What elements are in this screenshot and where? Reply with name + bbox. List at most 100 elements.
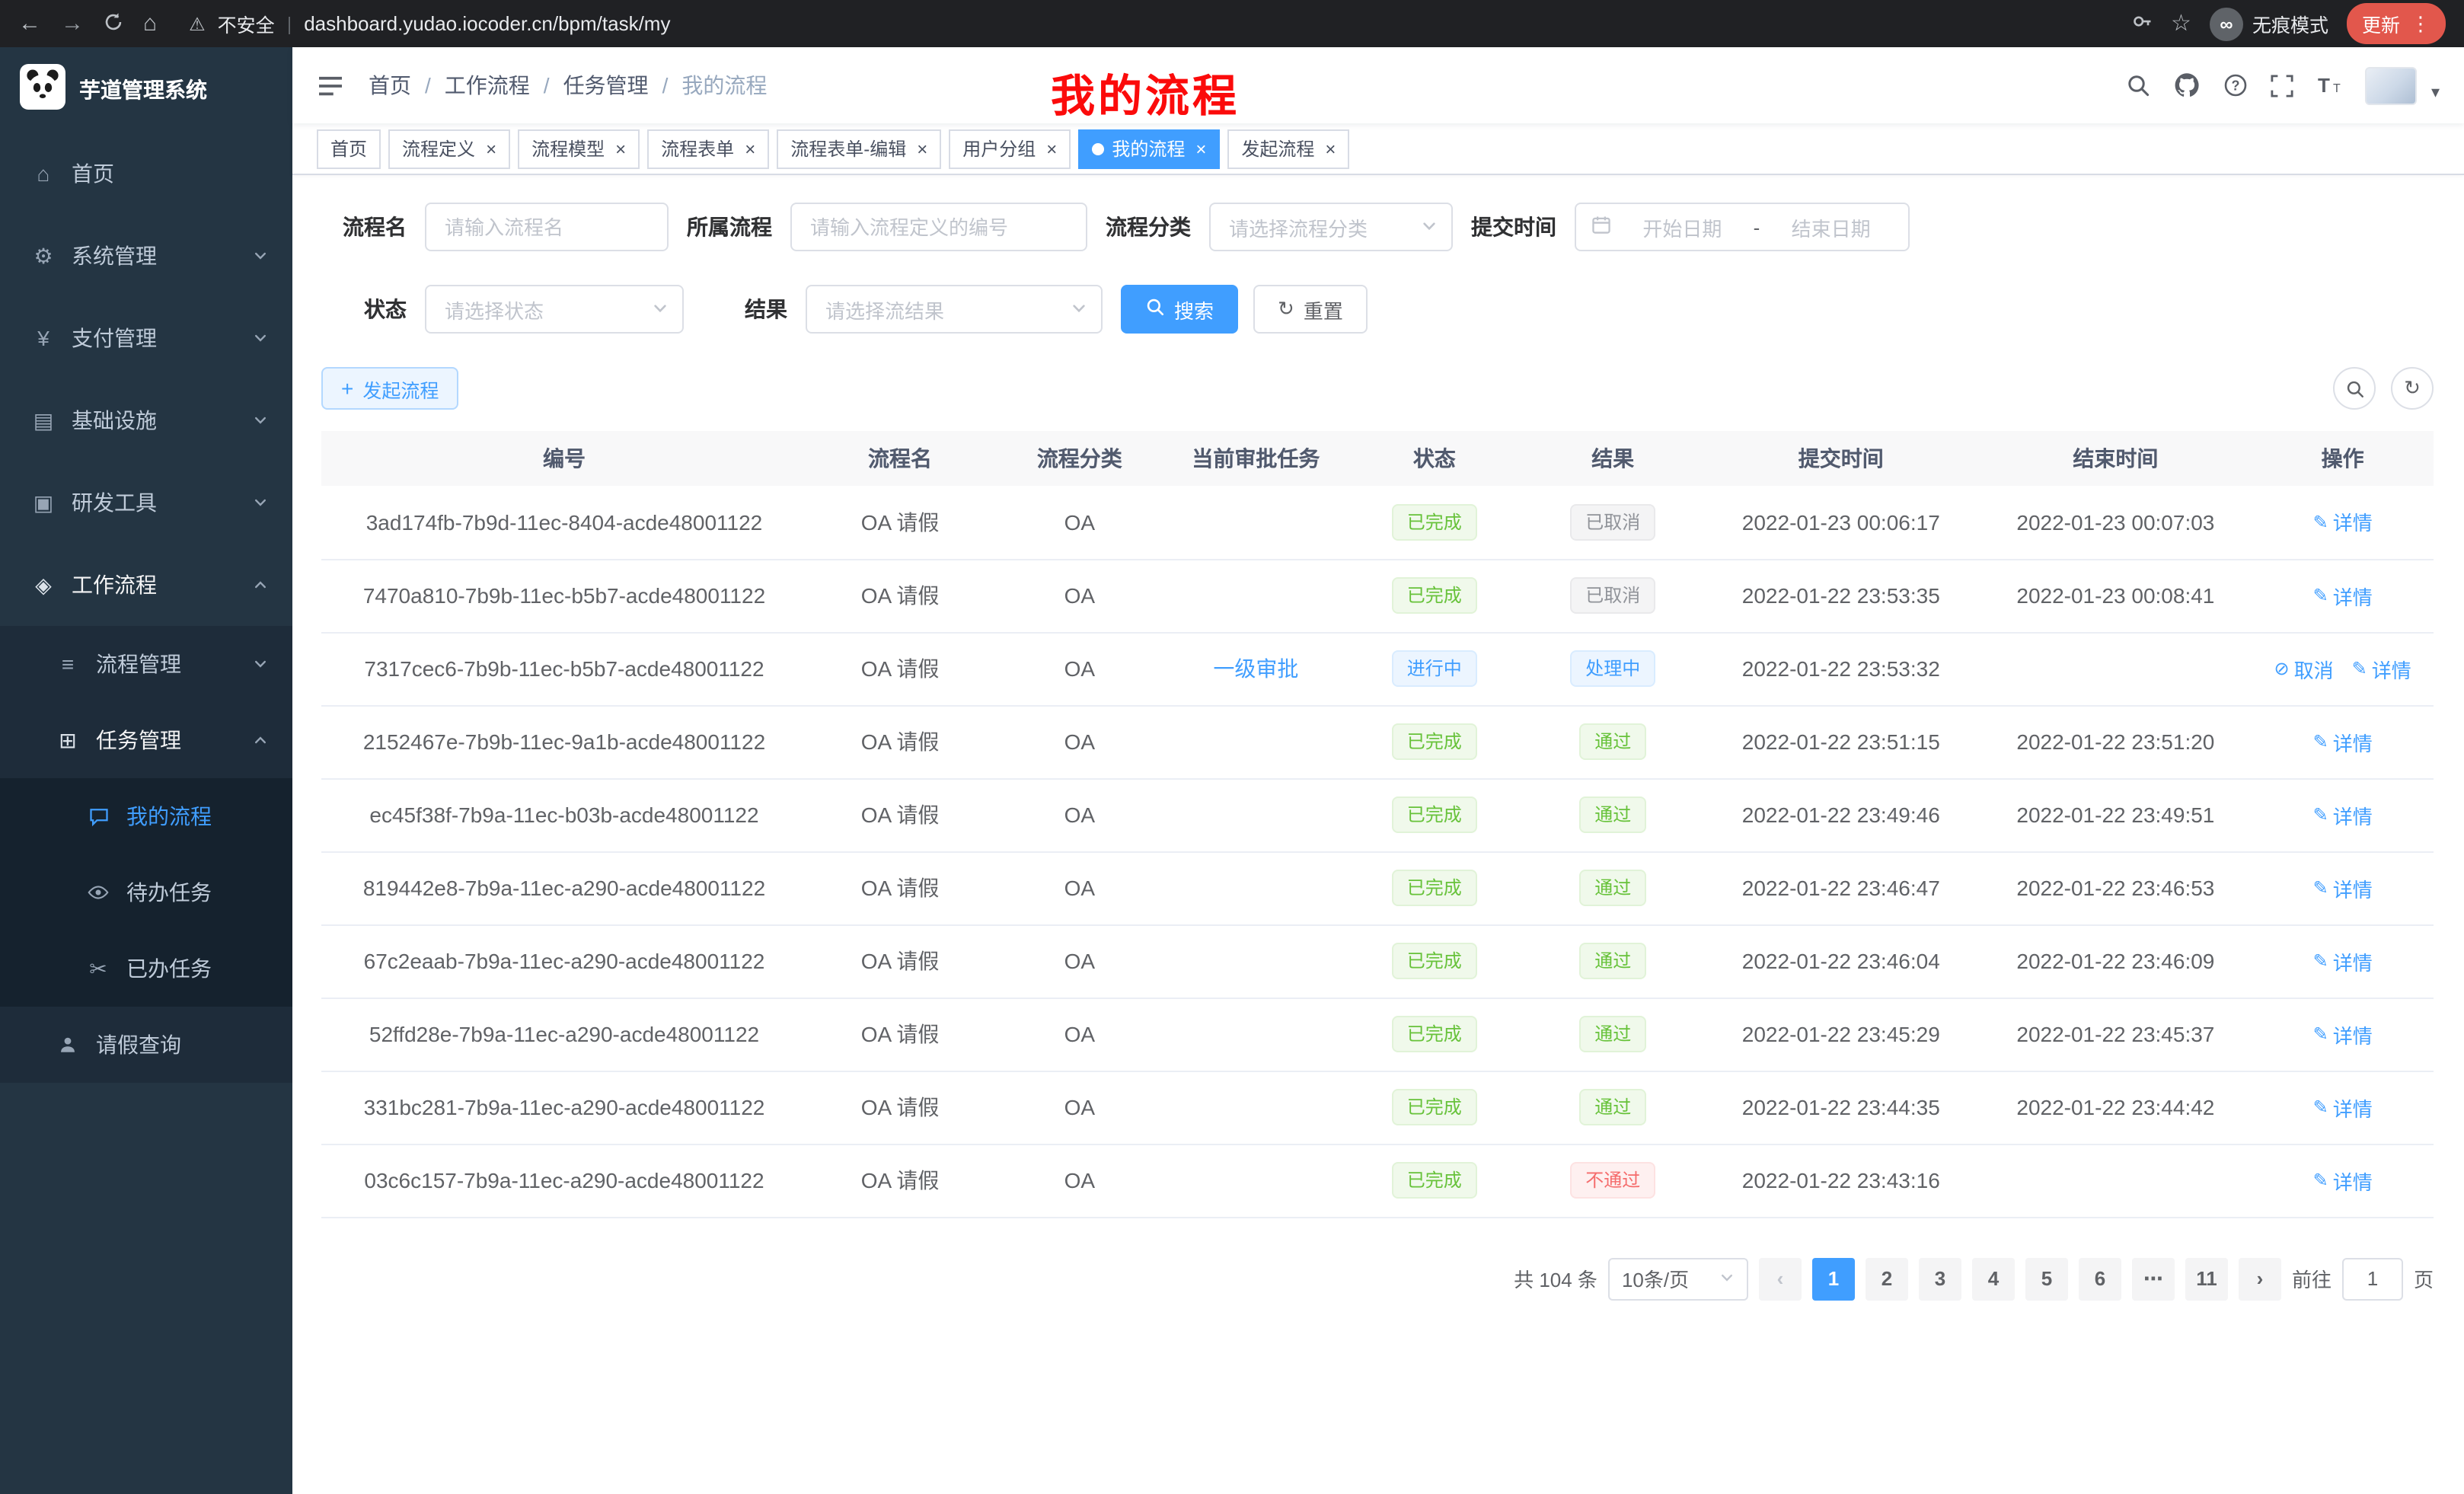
tab-item[interactable]: 流程表单× (647, 129, 769, 168)
detail-action-link[interactable]: ✎详情 (2313, 800, 2373, 829)
address-bar[interactable]: ⚠ 不安全 | dashboard.yudao.iocoder.cn/bpm/t… (189, 9, 670, 38)
update-button[interactable]: 更新 ⋮ (2347, 3, 2446, 44)
process-name-cell: OA 请假 (807, 998, 993, 1071)
next-page-button[interactable]: › (2239, 1257, 2281, 1300)
toggle-search-button[interactable] (2333, 367, 2376, 410)
detail-action-link[interactable]: ✎详情 (2313, 1020, 2373, 1049)
category-select[interactable]: 请选择流程分类 (1209, 203, 1453, 251)
process-id-input[interactable] (790, 203, 1087, 251)
close-icon[interactable]: × (917, 139, 927, 158)
sidebar-item-my-process[interactable]: 我的流程 (0, 778, 292, 854)
detail-action-link[interactable]: ✎详情 (2313, 581, 2373, 610)
sidebar-item-leave-query[interactable]: 请假查询 (0, 1007, 292, 1083)
sidebar-item-process-management[interactable]: ≡流程管理 (0, 626, 292, 702)
close-icon[interactable]: × (745, 139, 755, 158)
detail-action-link[interactable]: ✎详情 (2313, 508, 2373, 537)
page-button[interactable]: 11 (2185, 1257, 2228, 1300)
status-select[interactable]: 请选择状态 (425, 285, 684, 334)
page-button[interactable]: 6 (2079, 1257, 2121, 1300)
sidebar-item-infrastructure[interactable]: ▤基础设施 (0, 379, 292, 461)
security-label[interactable]: 不安全 (218, 9, 275, 38)
key-icon[interactable] (2131, 11, 2153, 37)
start-date-placeholder[interactable]: 开始日期 (1620, 212, 1744, 241)
goto-page-input[interactable] (2342, 1257, 2403, 1300)
current-task-link[interactable]: 一级审批 (1213, 656, 1298, 681)
search-button[interactable]: 搜索 (1121, 285, 1238, 334)
tab-item[interactable]: 我的流程× (1078, 129, 1220, 168)
detail-action-link[interactable]: ✎详情 (2352, 654, 2411, 683)
page-size-select[interactable]: 10条/页 (1608, 1257, 1748, 1300)
status-badge: 已完成 (1392, 1016, 1477, 1052)
detail-action-link[interactable]: ✎详情 (2313, 873, 2373, 902)
tab-item[interactable]: 流程定义× (388, 129, 510, 168)
back-icon[interactable]: ← (18, 12, 41, 35)
close-icon[interactable]: × (1325, 139, 1336, 158)
more-pages-button[interactable]: ⋯ (2132, 1257, 2175, 1300)
page-button[interactable]: 3 (1919, 1257, 1961, 1300)
tab-item[interactable]: 首页 (317, 129, 381, 168)
github-icon[interactable] (2174, 72, 2201, 99)
detail-action-link[interactable]: ✎详情 (2313, 1093, 2373, 1122)
close-icon[interactable]: × (615, 139, 626, 158)
reload-icon[interactable] (104, 11, 123, 36)
detail-action-link[interactable]: ✎详情 (2313, 727, 2373, 756)
id-cell: 3ad174fb-7b9d-11ec-8404-acde48001122 (321, 486, 807, 559)
page-button[interactable]: 2 (1866, 1257, 1908, 1300)
page-button[interactable]: 4 (1972, 1257, 2015, 1300)
fullscreen-icon[interactable] (2271, 74, 2294, 97)
page-button[interactable]: 5 (2025, 1257, 2068, 1300)
help-icon[interactable]: ? (2224, 73, 2249, 97)
close-icon[interactable]: × (1195, 139, 1206, 158)
user-avatar[interactable] (2366, 66, 2418, 104)
result-select[interactable]: 请选择流结果 (806, 285, 1103, 334)
sidebar-item-home[interactable]: ⌂首页 (0, 132, 292, 215)
sidebar-item-system[interactable]: ⚙系统管理 (0, 215, 292, 297)
menu-dots-icon[interactable]: ⋮ (2411, 11, 2430, 36)
status-badge: 已完成 (1392, 796, 1477, 833)
sidebar-item-todo-tasks[interactable]: 待办任务 (0, 854, 292, 931)
sidebar-item-workflow[interactable]: ◈工作流程 (0, 544, 292, 626)
date-range-picker[interactable]: 开始日期 - 结束日期 (1575, 203, 1910, 251)
status-placeholder: 请选择状态 (445, 295, 544, 324)
home-button-icon[interactable]: ⌂ (143, 12, 157, 35)
cancel-action-link[interactable]: ⊘取消 (2274, 654, 2334, 683)
actions-cell: ✎详情 (2252, 778, 2434, 851)
end-date-placeholder[interactable]: 结束日期 (1769, 212, 1893, 241)
chevron-down-icon[interactable]: ▾ (2431, 81, 2440, 101)
current-task-cell: 一级审批 (1167, 632, 1346, 705)
hamburger-icon[interactable] (317, 74, 344, 97)
process-name-input[interactable] (425, 203, 669, 251)
tab-item[interactable]: 用户分组× (949, 129, 1071, 168)
close-icon[interactable]: × (486, 139, 496, 158)
refresh-table-button[interactable]: ↻ (2391, 367, 2434, 410)
actions-cell: ✎详情 (2252, 705, 2434, 778)
detail-action-link[interactable]: ✎详情 (2313, 1166, 2373, 1195)
breadcrumb-item[interactable]: 工作流程 (445, 70, 530, 101)
page-button[interactable]: 1 (1812, 1257, 1855, 1300)
breadcrumb-item[interactable]: 任务管理 (563, 70, 649, 101)
forward-icon[interactable]: → (61, 12, 84, 35)
sidebar-item-done-tasks[interactable]: ✂已办任务 (0, 931, 292, 1007)
font-size-icon[interactable]: TT (2317, 73, 2343, 97)
sidebar-item-devtools[interactable]: ▣研发工具 (0, 461, 292, 544)
bookmark-star-icon[interactable]: ☆ (2171, 12, 2191, 35)
breadcrumb-item[interactable]: 首页 (369, 70, 411, 101)
prev-page-button[interactable]: ‹ (1759, 1257, 1802, 1300)
tab-item[interactable]: 流程表单-编辑× (777, 129, 941, 168)
url-text[interactable]: dashboard.yudao.iocoder.cn/bpm/task/my (304, 12, 670, 35)
tab-item[interactable]: 流程模型× (518, 129, 640, 168)
reset-button[interactable]: ↻ 重置 (1253, 285, 1368, 334)
profile-chip[interactable]: ∞ 无痕模式 (2210, 7, 2328, 40)
detail-action-link[interactable]: ✎详情 (2313, 947, 2373, 975)
app-logo[interactable]: 芋道管理系统 (0, 47, 292, 132)
tab-item[interactable]: 发起流程× (1227, 129, 1349, 168)
sidebar-item-payment[interactable]: ¥支付管理 (0, 297, 292, 379)
chevron-up-icon (253, 733, 268, 748)
status-badge: 已完成 (1392, 723, 1477, 760)
id-cell: 819442e8-7b9a-11ec-a290-acde48001122 (321, 851, 807, 924)
create-process-button[interactable]: + 发起流程 (321, 367, 458, 410)
sidebar-item-task-management[interactable]: ⊞任务管理 (0, 702, 292, 778)
pagination: 共 104 条 10条/页 ‹ 123456⋯11 › 前往 页 (321, 1257, 2434, 1300)
search-icon[interactable] (2127, 73, 2151, 97)
close-icon[interactable]: × (1046, 139, 1057, 158)
